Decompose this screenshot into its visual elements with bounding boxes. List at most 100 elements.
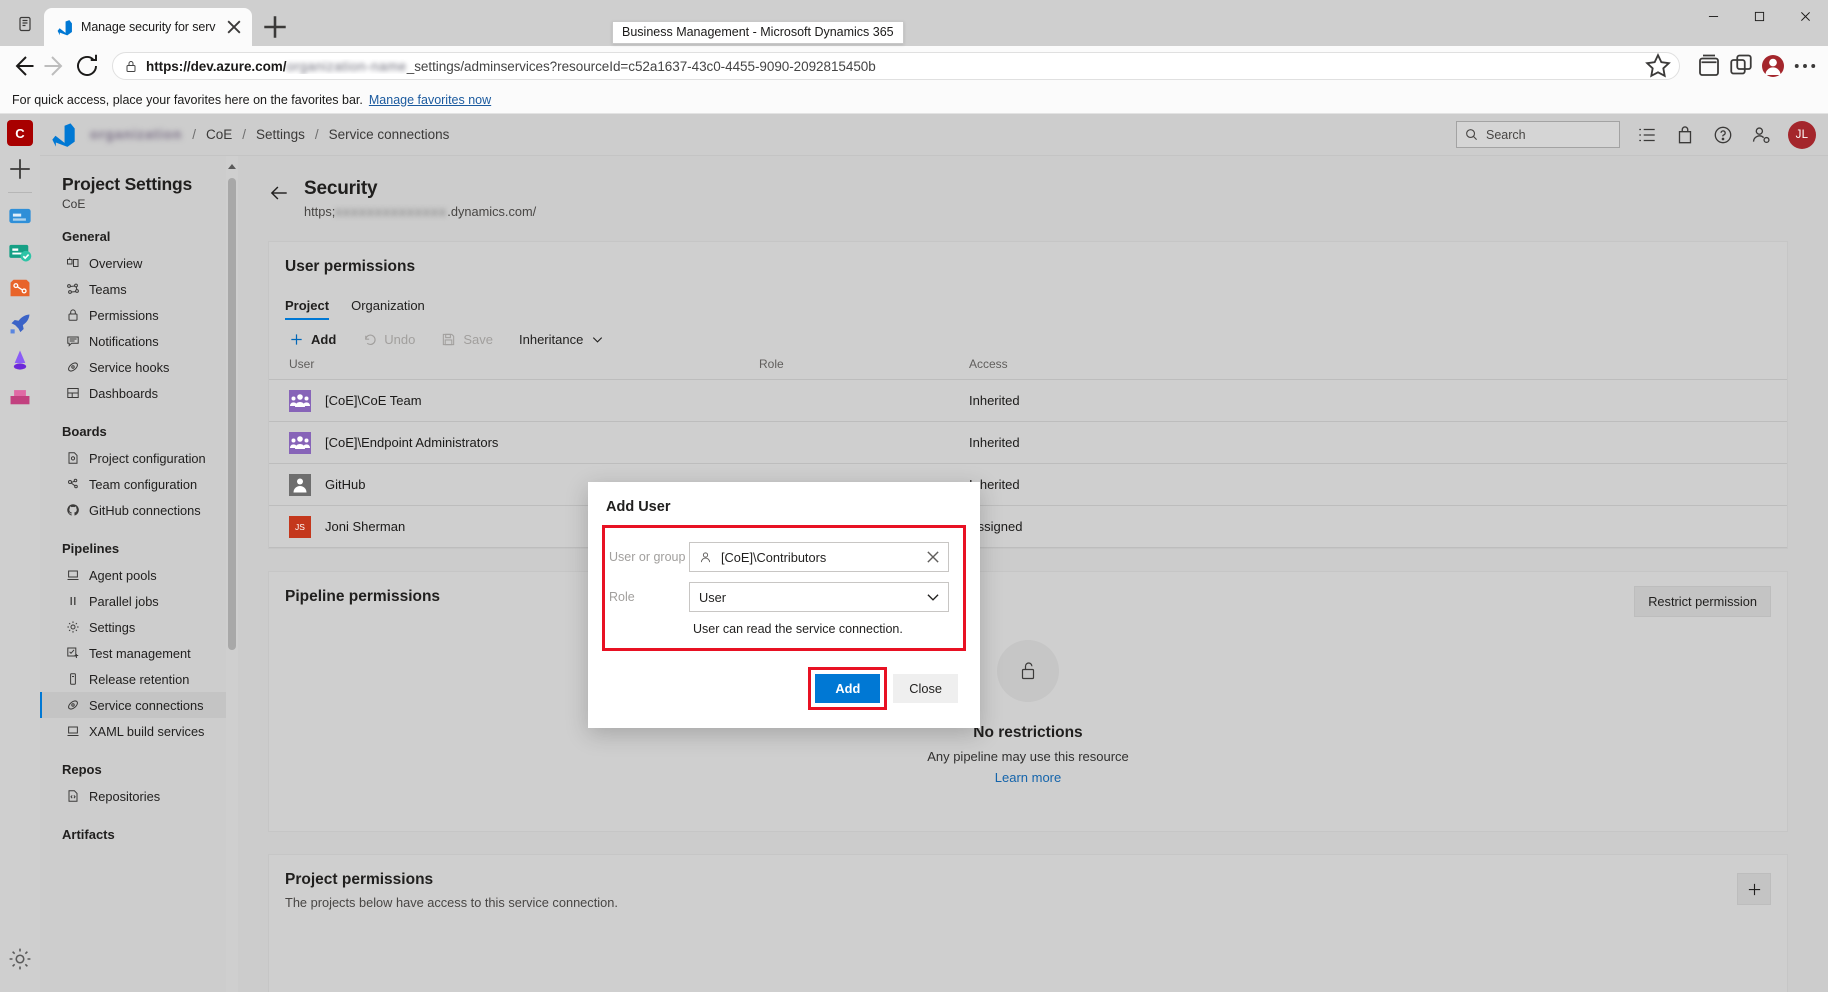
sidebar-item-settings[interactable]: Settings bbox=[40, 614, 238, 640]
release-retention-icon bbox=[66, 672, 80, 686]
user-or-group-input[interactable]: [CoE]\Contributors bbox=[689, 542, 949, 572]
save-button[interactable]: Save bbox=[441, 332, 493, 347]
breadcrumb-organization[interactable]: organization bbox=[90, 127, 182, 142]
table-row[interactable]: JS Joni Sherman Assigned bbox=[269, 505, 1787, 548]
azure-devops-logo[interactable] bbox=[50, 122, 76, 148]
undo-button[interactable]: Undo bbox=[362, 332, 415, 347]
search-input[interactable]: Search bbox=[1456, 121, 1620, 148]
sidebar-item-github-connections[interactable]: GitHub connections bbox=[40, 497, 238, 523]
add-button[interactable]: Add bbox=[289, 332, 336, 347]
azure-repos-icon[interactable] bbox=[7, 275, 33, 301]
scroll-up-icon[interactable] bbox=[226, 160, 238, 174]
inheritance-label: Inheritance bbox=[519, 332, 584, 347]
add-project-button[interactable] bbox=[1737, 873, 1771, 905]
azure-pipelines-icon[interactable] bbox=[7, 311, 33, 337]
close-icon[interactable] bbox=[224, 17, 244, 37]
sidebar-item-agent-pools[interactable]: Agent pools bbox=[40, 562, 238, 588]
sidebar-item-test-management[interactable]: Test management bbox=[40, 640, 238, 666]
breadcrumb-project[interactable]: CoE bbox=[206, 127, 232, 142]
chevron-down-icon[interactable] bbox=[924, 588, 942, 606]
table-row[interactable]: GitHub Inherited bbox=[269, 463, 1787, 506]
subtitle-suffix: .dynamics.com/ bbox=[447, 204, 537, 219]
azure-artifacts-icon[interactable] bbox=[7, 347, 33, 373]
breadcrumb-settings[interactable]: Settings bbox=[256, 127, 305, 142]
tab-manager-button[interactable] bbox=[6, 5, 44, 43]
sidebar-item-dashboards[interactable]: Dashboards bbox=[40, 380, 238, 406]
chevron-down-icon bbox=[590, 332, 605, 347]
restrict-permission-button[interactable]: Restrict permission bbox=[1634, 586, 1771, 617]
user-access: Assigned bbox=[969, 505, 1787, 548]
azure-boards-icon[interactable] bbox=[7, 203, 33, 229]
url-path: _settings/adminservices?resourceId=c52a1… bbox=[406, 58, 876, 74]
browser-tab[interactable]: Manage security for service conn bbox=[44, 8, 252, 46]
url-text: https://dev.azure.com/organization-name_… bbox=[146, 59, 876, 74]
user-or-group-row: User or group [CoE]\Contributors bbox=[605, 542, 963, 572]
azure-dashboard-icon[interactable] bbox=[7, 383, 33, 409]
sidebar-item-label: Settings bbox=[89, 619, 136, 635]
subtitle-prefix: https; bbox=[304, 204, 336, 219]
browser-navigation-bar: https://dev.azure.com/organization-name_… bbox=[0, 46, 1828, 86]
profile-icon[interactable] bbox=[1758, 51, 1788, 81]
url-blurred-org: organization-name bbox=[286, 58, 407, 74]
tab-organization[interactable]: Organization bbox=[351, 298, 425, 320]
gear-icon bbox=[66, 620, 80, 634]
sidebar-item-repositories[interactable]: Repositories bbox=[40, 783, 238, 809]
close-button[interactable] bbox=[1782, 0, 1828, 32]
table-row[interactable]: [CoE]\Endpoint Administrators Inherited bbox=[269, 421, 1787, 464]
sidebar-item-permissions[interactable]: Permissions bbox=[40, 302, 238, 328]
sidebar-scrollbar[interactable] bbox=[226, 156, 238, 992]
inheritance-dropdown[interactable]: Inheritance bbox=[519, 332, 605, 347]
breadcrumb-service-connections[interactable]: Service connections bbox=[329, 127, 450, 142]
nav-group-title: Pipelines bbox=[62, 541, 120, 556]
settings-gear-icon[interactable] bbox=[7, 946, 33, 972]
project-configuration-icon bbox=[66, 451, 80, 465]
sidebar-item-release-retention[interactable]: Release retention bbox=[40, 666, 238, 692]
close-button[interactable]: Close bbox=[893, 674, 958, 703]
boards-icon[interactable] bbox=[1636, 124, 1658, 146]
browser-essentials-icon[interactable] bbox=[1726, 51, 1756, 81]
sidebar-item-service-connections[interactable]: Service connections bbox=[40, 692, 238, 718]
forward-button[interactable] bbox=[40, 51, 70, 81]
group-avatar bbox=[289, 389, 311, 412]
learn-more-link[interactable]: Learn more bbox=[269, 770, 1787, 785]
minimize-button[interactable] bbox=[1690, 0, 1736, 32]
back-button[interactable] bbox=[8, 51, 38, 81]
tab-project[interactable]: Project bbox=[285, 298, 330, 320]
help-icon[interactable] bbox=[1712, 124, 1734, 146]
favorite-star-icon[interactable] bbox=[1643, 51, 1673, 81]
manage-favorites-link[interactable]: Manage favorites now bbox=[369, 93, 491, 107]
maximize-button[interactable] bbox=[1736, 0, 1782, 32]
new-tab-plus-icon[interactable] bbox=[7, 156, 33, 182]
collections-icon[interactable] bbox=[1694, 51, 1724, 81]
role-select[interactable]: User bbox=[689, 582, 949, 612]
lock-icon bbox=[125, 60, 137, 73]
sidebar-item-label: Permissions bbox=[89, 307, 159, 323]
user-settings-icon[interactable] bbox=[1750, 124, 1772, 146]
sidebar-item-overview[interactable]: Overview bbox=[40, 250, 238, 276]
marketplace-bag-icon[interactable] bbox=[1674, 124, 1696, 146]
close-icon[interactable] bbox=[924, 548, 942, 566]
avatar[interactable]: JL bbox=[1788, 120, 1816, 149]
nav-group-title: Boards bbox=[62, 424, 107, 439]
refresh-button[interactable] bbox=[72, 51, 102, 81]
expand-chevrons-icon[interactable] bbox=[7, 986, 33, 992]
sidebar-item-teams[interactable]: Teams bbox=[40, 276, 238, 302]
sidebar-item-label: Teams bbox=[89, 281, 127, 297]
new-tab-button[interactable] bbox=[260, 12, 290, 42]
sidebar-item-parallel-jobs[interactable]: Parallel jobs bbox=[40, 588, 238, 614]
back-arrow-icon[interactable] bbox=[268, 182, 290, 204]
address-bar[interactable]: https://dev.azure.com/organization-name_… bbox=[112, 52, 1680, 80]
add-button[interactable]: Add bbox=[815, 674, 881, 703]
table-row[interactable]: [CoE]\CoE Team Inherited bbox=[269, 379, 1787, 422]
breadcrumb-separator: / bbox=[192, 127, 197, 142]
scrollbar-thumb[interactable] bbox=[228, 178, 236, 650]
sidebar-item-project-configuration[interactable]: Project configuration bbox=[40, 445, 238, 471]
sidebar-item-team-configuration[interactable]: Team configuration bbox=[40, 471, 238, 497]
sidebar-item-xaml-build-services[interactable]: XAML build services bbox=[40, 718, 238, 744]
copilot-icon[interactable]: C bbox=[7, 120, 33, 146]
sidebar-item-notifications[interactable]: Notifications bbox=[40, 328, 238, 354]
sidebar-item-service-hooks[interactable]: Service hooks bbox=[40, 354, 238, 380]
avatar bbox=[1762, 55, 1784, 77]
azure-test-plans-icon[interactable] bbox=[7, 239, 33, 265]
settings-more-icon[interactable] bbox=[1790, 51, 1820, 81]
